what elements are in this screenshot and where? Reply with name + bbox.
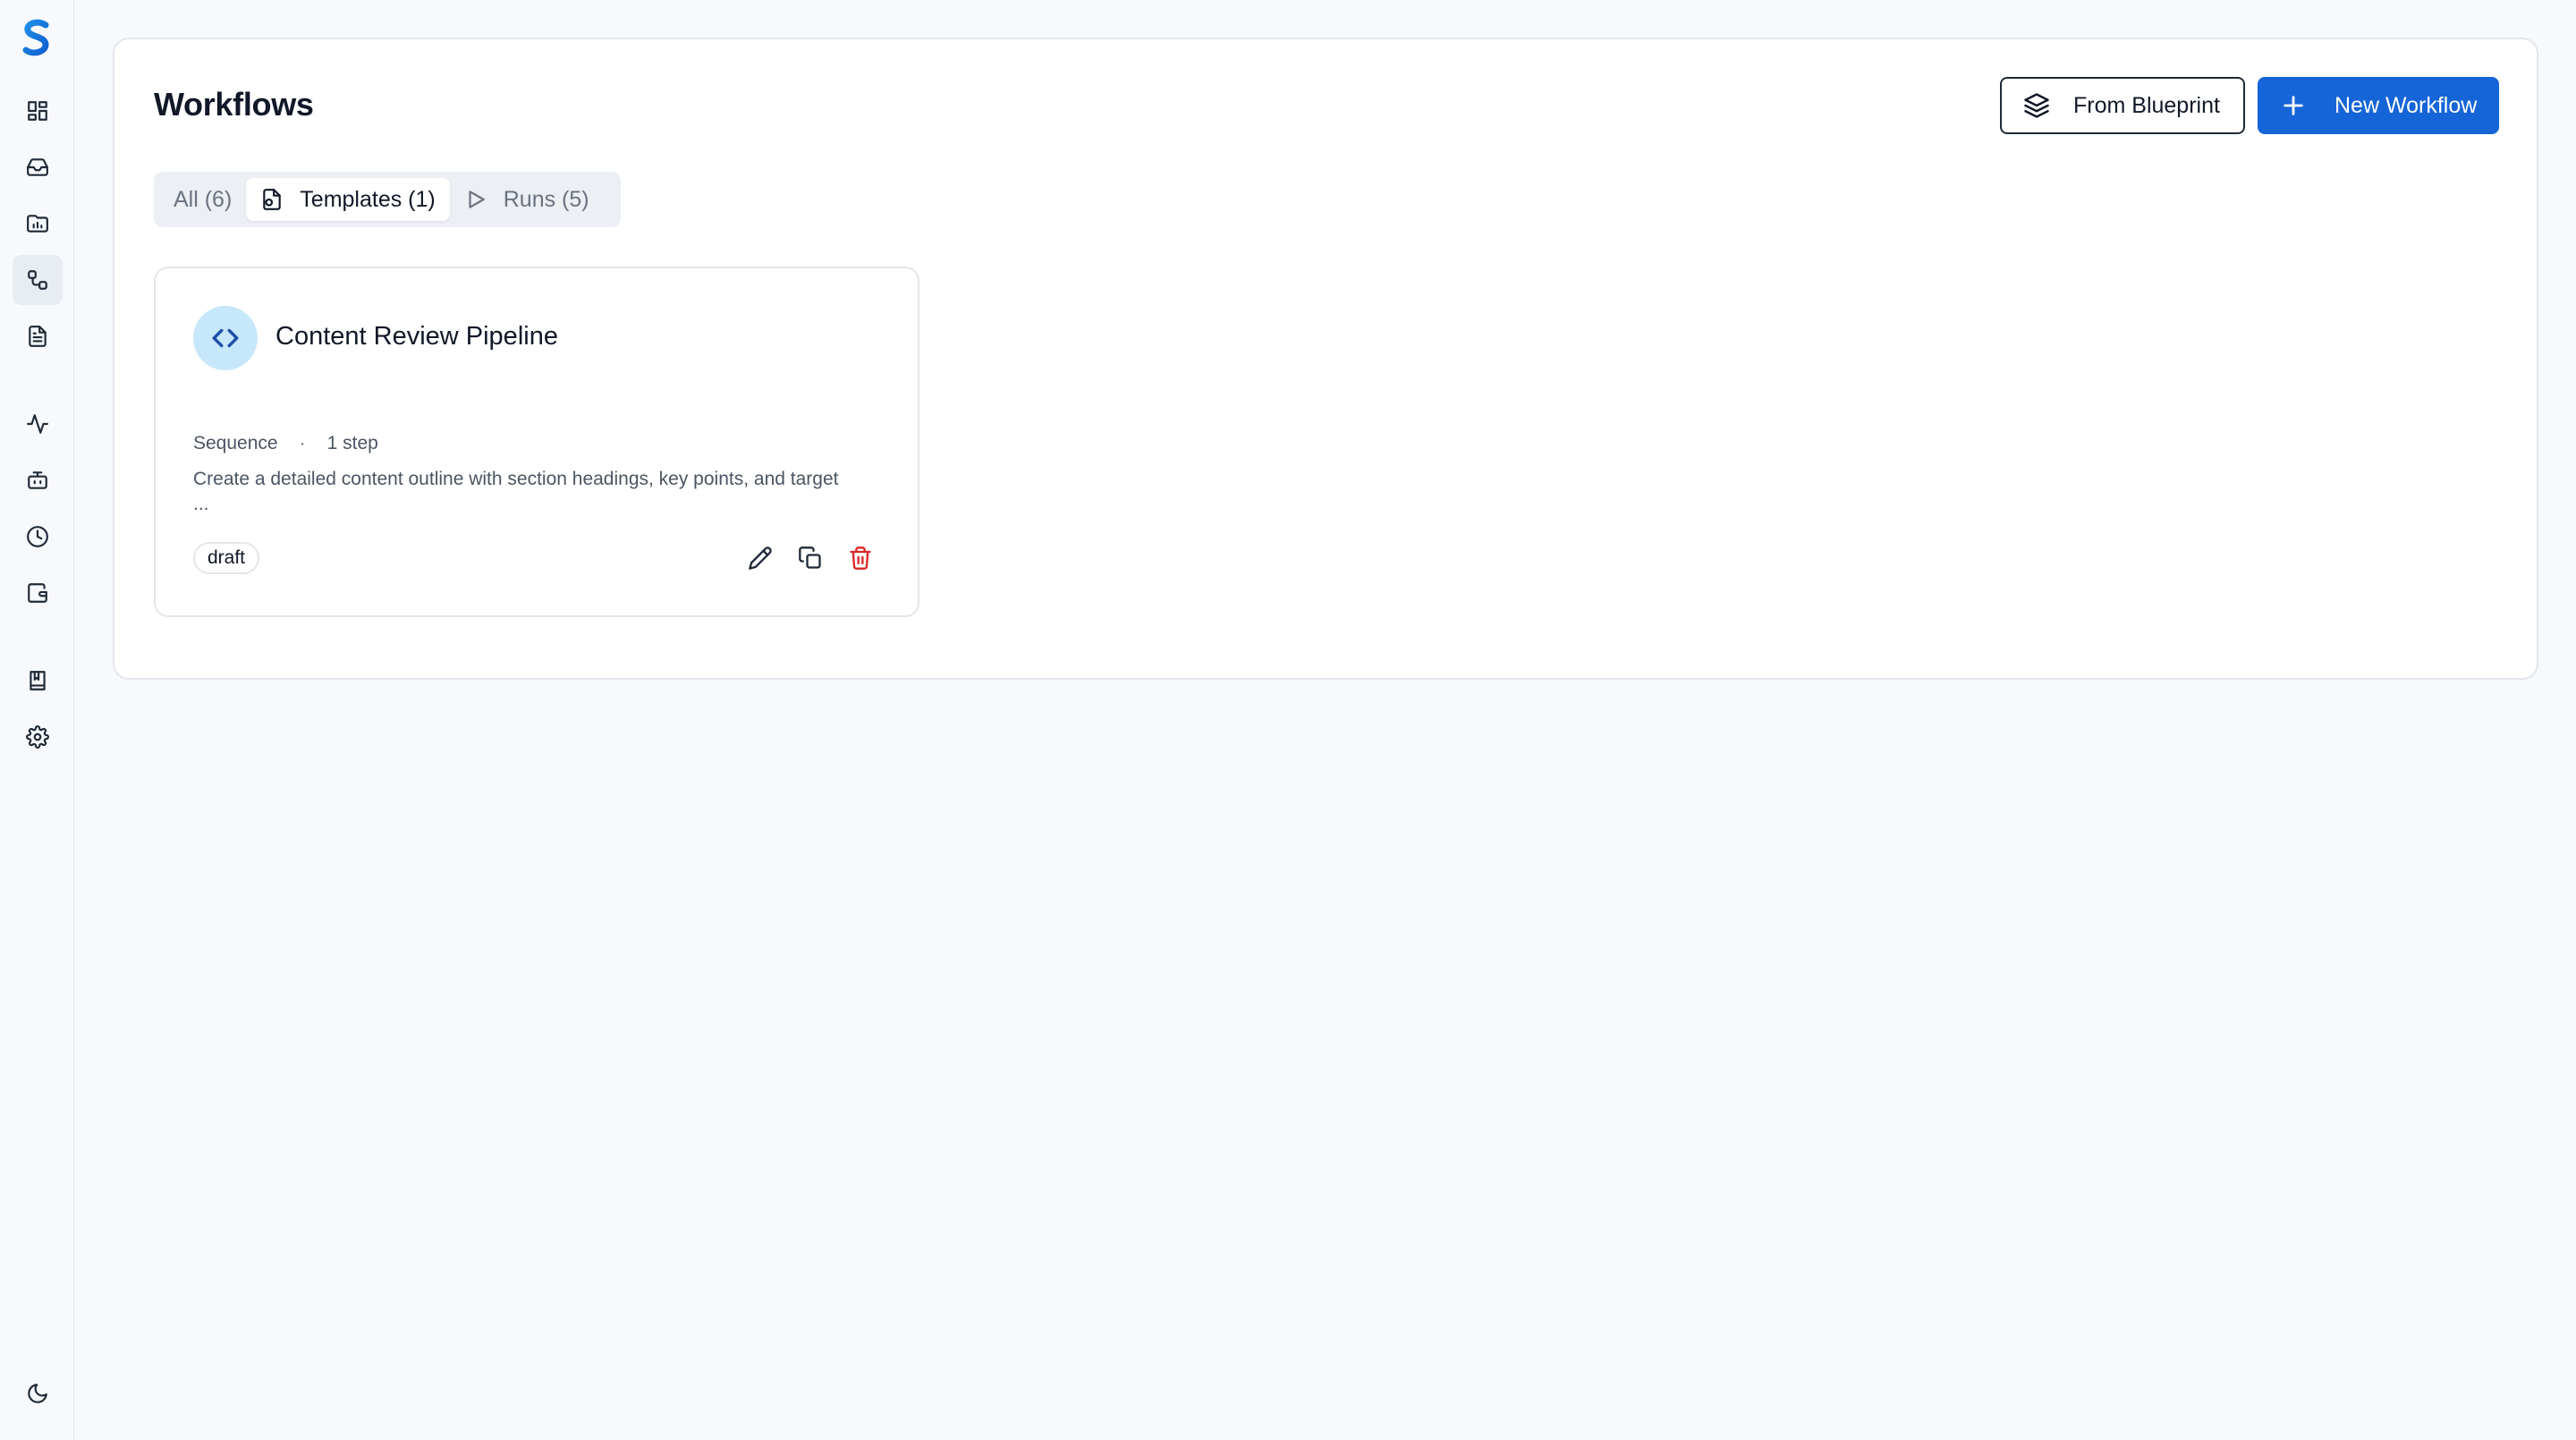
sidebar-item-dashboard[interactable] xyxy=(13,86,63,136)
settings-icon xyxy=(26,725,49,749)
workflow-meta: Sequence · 1 step xyxy=(193,433,378,454)
workflow-type: Sequence xyxy=(193,433,278,453)
wallet-icon xyxy=(28,583,47,603)
sidebar-item-history[interactable] xyxy=(13,512,63,562)
template-icon xyxy=(263,189,282,210)
meta-separator: · xyxy=(299,433,306,453)
new-workflow-label: New Workflow xyxy=(2334,92,2478,118)
workflow-title[interactable]: Content Review Pipeline xyxy=(275,322,558,352)
new-workflow-button[interactable]: New Workflow xyxy=(2258,77,2499,134)
sidebar xyxy=(0,0,74,1440)
sidebar-item-activity[interactable] xyxy=(13,399,63,449)
sidebar-item-inbox[interactable] xyxy=(13,142,63,192)
from-blueprint-button[interactable]: From Blueprint xyxy=(2000,77,2245,134)
moon-icon xyxy=(28,1384,47,1403)
delete-workflow-button[interactable] xyxy=(844,542,877,574)
sidebar-item-documents[interactable] xyxy=(13,311,63,361)
pencil-icon xyxy=(749,546,772,570)
sidebar-item-wallet[interactable] xyxy=(13,568,63,618)
book-icon xyxy=(30,671,46,690)
clock-icon xyxy=(27,526,48,547)
layers-icon xyxy=(2024,93,2049,118)
status-badge: draft xyxy=(193,542,260,574)
app-logo[interactable] xyxy=(19,18,55,57)
workflow-type-badge xyxy=(193,306,258,370)
workflows-panel: Workflows From Blueprint New Workflow Al… xyxy=(113,38,2538,680)
bot-icon xyxy=(28,471,47,489)
sidebar-item-workflows[interactable] xyxy=(13,255,63,305)
duplicate-workflow-button[interactable] xyxy=(794,542,826,574)
filter-tabs: All (6) Templates (1) Runs (5) xyxy=(154,172,621,227)
activity-icon xyxy=(27,414,48,434)
sidebar-item-agents[interactable] xyxy=(13,455,63,505)
edit-workflow-button[interactable] xyxy=(744,542,776,574)
tab-templates[interactable]: Templates (1) xyxy=(246,178,450,221)
folder-icon xyxy=(27,215,48,233)
tab-all[interactable]: All (6) xyxy=(159,178,246,221)
tab-templates-label: Templates (1) xyxy=(300,186,436,212)
from-blueprint-label: From Blueprint xyxy=(2073,92,2220,118)
workflow-step-count: 1 step xyxy=(326,433,378,453)
plus-icon xyxy=(2284,96,2303,115)
sidebar-item-library[interactable] xyxy=(13,656,63,706)
theme-toggle[interactable] xyxy=(13,1368,63,1419)
tab-runs-label: Runs (5) xyxy=(503,186,589,212)
tab-runs[interactable]: Runs (5) xyxy=(450,178,604,221)
workflow-card[interactable]: Content Review Pipeline Sequence · 1 ste… xyxy=(154,267,919,617)
sidebar-item-folders[interactable] xyxy=(13,199,63,249)
trash-icon xyxy=(850,546,871,570)
workflow-icon xyxy=(28,270,47,290)
dashboard-icon xyxy=(28,101,47,121)
inbox-icon xyxy=(27,158,48,176)
play-icon xyxy=(469,191,485,208)
sidebar-item-settings[interactable] xyxy=(13,712,63,762)
page-title: Workflows xyxy=(154,86,314,123)
code-icon xyxy=(212,328,239,348)
copy-icon xyxy=(799,546,821,569)
tab-all-label: All (6) xyxy=(174,186,233,212)
document-icon xyxy=(29,326,47,347)
workflow-description: Create a detailed content outline with s… xyxy=(193,469,839,514)
